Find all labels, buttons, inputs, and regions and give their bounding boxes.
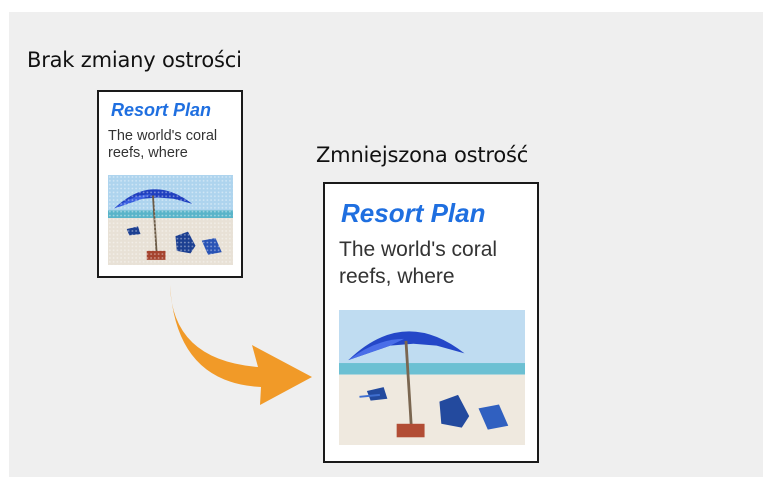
softened-document: Resort Plan The world's coral reefs, whe… (323, 182, 539, 463)
original-document-title: Resort Plan (111, 100, 212, 120)
transformation-arrow-icon (170, 285, 312, 405)
original-document: Resort Plan The world's coral reefs, whe… (97, 90, 243, 278)
after-label: Zmniejszona ostrość (316, 143, 529, 167)
original-document-text: The world's coral reefs, where (108, 128, 217, 163)
softened-document-text: The world's coral reefs, where (339, 236, 497, 291)
original-beach-photo (108, 175, 233, 265)
softened-beach-photo (339, 310, 525, 445)
softened-document-text-line-1: The world's coral (339, 238, 498, 261)
softened-document-title: Resort Plan (341, 198, 486, 228)
before-label: Brak zmiany ostrości (27, 48, 242, 72)
original-document-text-line-2: reefs, where (108, 145, 188, 162)
softened-document-text-line-2: reefs, where (339, 265, 455, 289)
original-document-text-line-1: The world's coral (108, 128, 218, 144)
